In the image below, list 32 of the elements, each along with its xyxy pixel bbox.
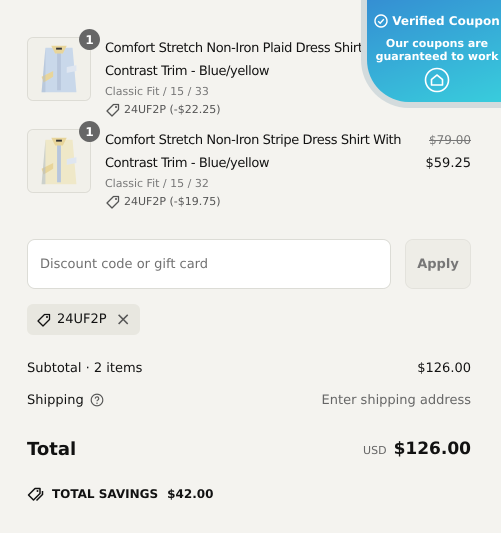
tag-icon (105, 102, 121, 118)
shipping-label: Shipping (27, 392, 84, 408)
discount-text: 24UF2P (-$22.25) (124, 102, 221, 118)
price: $59.25 (426, 155, 471, 173)
currency-label: USD (363, 444, 387, 457)
savings-value: $42.00 (167, 487, 214, 501)
subtotal-label: Subtotal · 2 items (27, 360, 142, 376)
quantity-badge: 1 (79, 121, 100, 142)
tags-icon (27, 486, 45, 502)
product-title: Contrast Trim - Blue/yellow (105, 155, 270, 173)
discount-field[interactable]: Discount code or gift card (27, 239, 391, 289)
discount-text: 24UF2P (-$19.75) (124, 194, 221, 210)
remove-button[interactable]: × (112, 310, 131, 328)
discount-code: 24UF2P (57, 312, 107, 327)
popup-message: Our coupons are guaranteed to work (374, 37, 500, 63)
total-label: Total (27, 438, 76, 460)
tag-icon (105, 194, 121, 210)
quantity-badge: 1 (79, 29, 100, 50)
savings-label: TOTAL SAVINGS (52, 487, 158, 501)
popup-title: Verified Coupon (392, 14, 500, 28)
product-variant: Classic Fit / 15 / 33 (105, 84, 210, 100)
total-value: $126.00 (394, 439, 471, 459)
check-icon (374, 14, 388, 28)
help-icon[interactable] (90, 393, 104, 407)
product-title: Comfort Stretch Non-Iron Stripe Dress Shirt With (105, 132, 402, 150)
shipping-value: Enter shipping address (322, 392, 471, 408)
product-title: Contrast Trim - Blue/yellow (105, 63, 270, 81)
product-variant: Classic Fit / 15 / 32 (105, 176, 210, 192)
tag-icon (36, 312, 52, 328)
subtotal-value: $126.00 (417, 360, 471, 376)
original-price: $79.00 (428, 132, 471, 149)
product-title: Comfort Stretch Non-Iron Plaid Dress Shirt (105, 40, 363, 58)
